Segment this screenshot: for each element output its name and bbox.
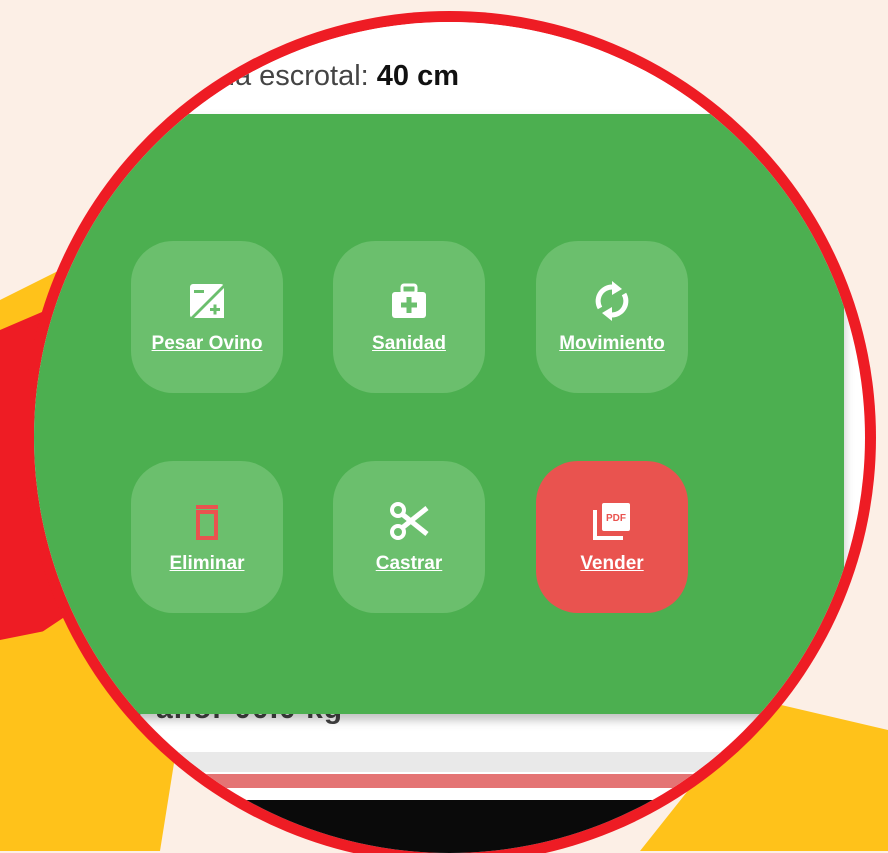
bottom-bar bbox=[34, 800, 865, 853]
scrotal-measure: cia escrotal: 40 cm bbox=[214, 60, 459, 93]
svg-text:PDF: PDF bbox=[606, 513, 626, 524]
eliminar-label: Eliminar bbox=[169, 553, 245, 574]
sanidad-button[interactable]: Sanidad bbox=[333, 241, 485, 393]
movimiento-label: Movimiento bbox=[559, 333, 665, 354]
measure-value: 40 cm bbox=[376, 60, 460, 92]
vender-label: Vender bbox=[580, 553, 644, 574]
pesar-ovino-button[interactable]: Pesar Ovino bbox=[131, 241, 283, 393]
divider-gray bbox=[34, 752, 865, 772]
medical-kit-icon bbox=[387, 279, 431, 323]
castrar-label: Castrar bbox=[375, 553, 443, 574]
sanidad-label: Sanidad bbox=[372, 333, 446, 354]
castrar-button[interactable]: Castrar bbox=[333, 461, 485, 613]
measure-label: cia escrotal: bbox=[214, 60, 369, 92]
top-info-bar: cia escrotal: 40 cm bbox=[34, 22, 865, 122]
scale-weight-icon bbox=[185, 279, 229, 323]
magnifier-lens: cia escrotal: 40 cm r anor 00.0 kg bbox=[34, 22, 865, 853]
actions-menu: Pesar Ovino Sanidad Movimiento Eliminar … bbox=[34, 114, 844, 714]
vender-button[interactable]: PDF Vender bbox=[536, 461, 688, 613]
divider-pink bbox=[34, 774, 865, 788]
pdf-icon: PDF bbox=[590, 499, 634, 543]
pesar-ovino-label: Pesar Ovino bbox=[151, 333, 263, 354]
eliminar-button[interactable]: Eliminar bbox=[131, 461, 283, 613]
movimiento-button[interactable]: Movimiento bbox=[536, 241, 688, 393]
trash-icon bbox=[185, 499, 229, 543]
sync-arrows-icon bbox=[590, 279, 634, 323]
scissors-icon bbox=[387, 499, 431, 543]
